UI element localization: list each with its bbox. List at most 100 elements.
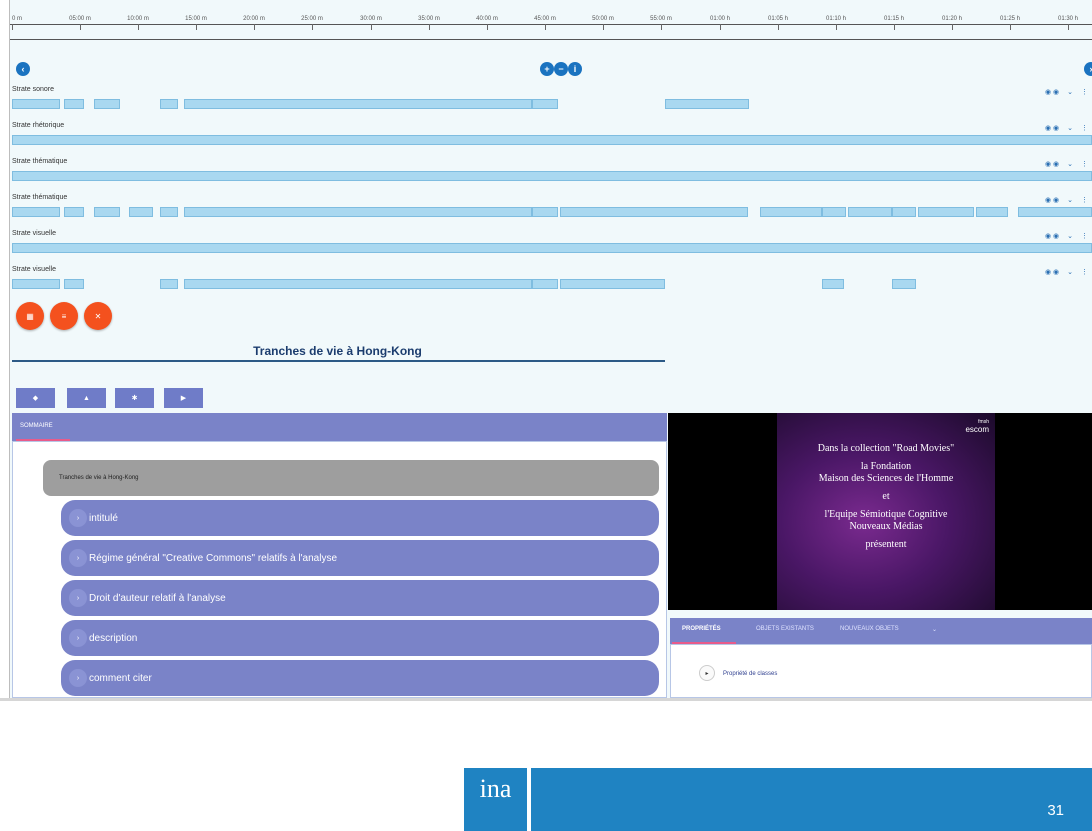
strate-controls[interactable]: ◉ ◉ ⌄ ⋮ <box>1045 268 1088 276</box>
strate-name: Strate visuelle <box>12 230 56 237</box>
eye-icon[interactable]: ◉ ◉ <box>1045 88 1059 96</box>
timeline-ruler[interactable]: 0 m 05:00 m 10:00 m 15:00 m 20:00 m 25:00 m 30… <box>10 0 1092 40</box>
strate-segment[interactable] <box>12 243 1092 253</box>
strate-segment[interactable] <box>822 279 844 289</box>
chevron-right-icon[interactable]: › <box>69 669 87 687</box>
strate-segment[interactable] <box>184 279 532 289</box>
strate-segment[interactable] <box>12 207 60 217</box>
strate-controls[interactable]: ◉ ◉ ⌄ ⋮ <box>1045 88 1088 96</box>
strate-segment[interactable] <box>532 207 558 217</box>
strate-segment[interactable] <box>532 279 558 289</box>
strate-segment[interactable] <box>1018 207 1092 217</box>
tree-item[interactable]: › description <box>61 620 659 656</box>
tabs-more-icon[interactable]: ⌄ <box>932 626 937 633</box>
chevron-down-icon[interactable]: ⌄ <box>1067 268 1073 276</box>
strate-controls[interactable]: ◉ ◉ ⌄ ⋮ <box>1045 196 1088 204</box>
strate-segment[interactable] <box>560 207 748 217</box>
strate-segment[interactable] <box>160 207 178 217</box>
strate-segment[interactable] <box>160 99 178 109</box>
strate-segment[interactable] <box>665 99 749 109</box>
strate-segment[interactable] <box>129 207 153 217</box>
chevron-down-icon[interactable]: ⌄ <box>1067 196 1073 204</box>
more-icon[interactable]: ⋮ <box>1081 124 1088 132</box>
eye-icon[interactable]: ◉ ◉ <box>1045 160 1059 168</box>
strate-name: Strate thématique <box>12 158 68 165</box>
properties-tabbar: PROPRIÉTÉS OBJETS EXISTANTS NOUVEAUX OBJ… <box>670 618 1092 644</box>
more-icon[interactable]: ⋮ <box>1081 160 1088 168</box>
info-button[interactable]: i <box>568 62 582 76</box>
tree-root[interactable]: Tranches de vie à Hong-Kong <box>43 460 659 496</box>
strate-segment[interactable] <box>184 99 532 109</box>
strate-segment[interactable] <box>64 207 84 217</box>
more-icon[interactable]: ⋮ <box>1081 232 1088 240</box>
eye-icon[interactable]: ◉ ◉ <box>1045 268 1059 276</box>
chevron-right-icon[interactable]: › <box>69 629 87 647</box>
strate-segment[interactable] <box>760 207 822 217</box>
strate-segment[interactable] <box>976 207 1008 217</box>
video-player[interactable]: fmsh escom Dans la collection "Road Movi… <box>668 413 1092 610</box>
action-button-grid[interactable]: ▦ <box>16 302 44 330</box>
chevron-right-icon[interactable]: › <box>69 589 87 607</box>
more-icon[interactable]: ⋮ <box>1081 268 1088 276</box>
tree-item[interactable]: › Droit d'auteur relatif à l'analyse <box>61 580 659 616</box>
zoom-in-button[interactable]: + <box>540 62 554 76</box>
tab-nouveaux-objets[interactable]: NOUVEAUX OBJETS <box>840 626 899 632</box>
action-button-list[interactable]: ≡ <box>50 302 78 330</box>
strate-segment[interactable] <box>184 207 532 217</box>
strate-row: Strate rhétorique ◉ ◉ ⌄ ⋮ <box>10 122 1092 158</box>
strate-segment[interactable] <box>822 207 846 217</box>
more-icon[interactable]: ⋮ <box>1081 196 1088 204</box>
strate-controls[interactable]: ◉ ◉ ⌄ ⋮ <box>1045 160 1088 168</box>
chevron-down-icon[interactable]: ⌄ <box>1067 232 1073 240</box>
eye-icon[interactable]: ◉ ◉ <box>1045 196 1059 204</box>
escom-logo-text: escom <box>965 425 989 434</box>
strate-segment[interactable] <box>892 207 916 217</box>
property-item[interactable]: Propriété de classes <box>723 671 777 677</box>
strate-segment[interactable] <box>532 99 558 109</box>
tree-item[interactable]: › comment citer <box>61 660 659 696</box>
frame-border <box>0 698 1092 701</box>
tool-button-4[interactable]: ▶ <box>164 388 203 408</box>
chevron-right-icon[interactable]: › <box>69 509 87 527</box>
folder-icon: ▶ <box>180 395 187 402</box>
ruler-tick-label: 01:05 h <box>767 16 789 22</box>
tree-item[interactable]: › Régime général "Creative Commons" relat… <box>61 540 659 576</box>
zoom-out-button[interactable]: − <box>554 62 568 76</box>
strate-segment[interactable] <box>64 279 84 289</box>
ruler-tick <box>603 24 604 30</box>
strate-segment[interactable] <box>12 171 1092 181</box>
sommaire-tabbar: SOMMAIRE <box>12 413 667 441</box>
strate-segment[interactable] <box>64 99 84 109</box>
strate-segment[interactable] <box>12 279 60 289</box>
chevron-right-icon[interactable]: › <box>69 549 87 567</box>
chevron-down-icon[interactable]: ⌄ <box>1067 160 1073 168</box>
chevron-down-icon[interactable]: ⌄ <box>1067 124 1073 132</box>
eye-icon[interactable]: ◉ ◉ <box>1045 232 1059 240</box>
strate-controls[interactable]: ◉ ◉ ⌄ ⋮ <box>1045 232 1088 240</box>
strate-segment[interactable] <box>94 207 120 217</box>
tab-proprietes[interactable]: PROPRIÉTÉS <box>682 626 721 632</box>
prev-button[interactable]: ‹ <box>16 62 30 76</box>
strate-segment[interactable] <box>12 99 60 109</box>
chevron-right-icon[interactable]: ▸ <box>699 665 715 681</box>
tree-item[interactable]: › intitulé <box>61 500 659 536</box>
tab-sommaire[interactable]: SOMMAIRE <box>20 423 53 429</box>
strate-segment[interactable] <box>160 279 178 289</box>
tab-objets-existants[interactable]: OBJETS EXISTANTS <box>756 626 814 632</box>
ruler-tick-label: 01:25 h <box>999 16 1021 22</box>
strate-controls[interactable]: ◉ ◉ ⌄ ⋮ <box>1045 124 1088 132</box>
strate-segment[interactable] <box>918 207 974 217</box>
more-icon[interactable]: ⋮ <box>1081 88 1088 96</box>
strate-segment[interactable] <box>12 135 1092 145</box>
eye-icon[interactable]: ◉ ◉ <box>1045 124 1059 132</box>
strate-segment[interactable] <box>848 207 892 217</box>
tool-button-2[interactable]: ▲ <box>67 388 106 408</box>
strate-segment[interactable] <box>892 279 916 289</box>
tool-button-3[interactable]: ✱ <box>115 388 154 408</box>
tool-button-1[interactable]: ◆ <box>16 388 55 408</box>
next-button[interactable]: › <box>1084 62 1092 76</box>
chevron-down-icon[interactable]: ⌄ <box>1067 88 1073 96</box>
strate-segment[interactable] <box>94 99 120 109</box>
action-button-close[interactable]: ✕ <box>84 302 112 330</box>
strate-segment[interactable] <box>560 279 665 289</box>
